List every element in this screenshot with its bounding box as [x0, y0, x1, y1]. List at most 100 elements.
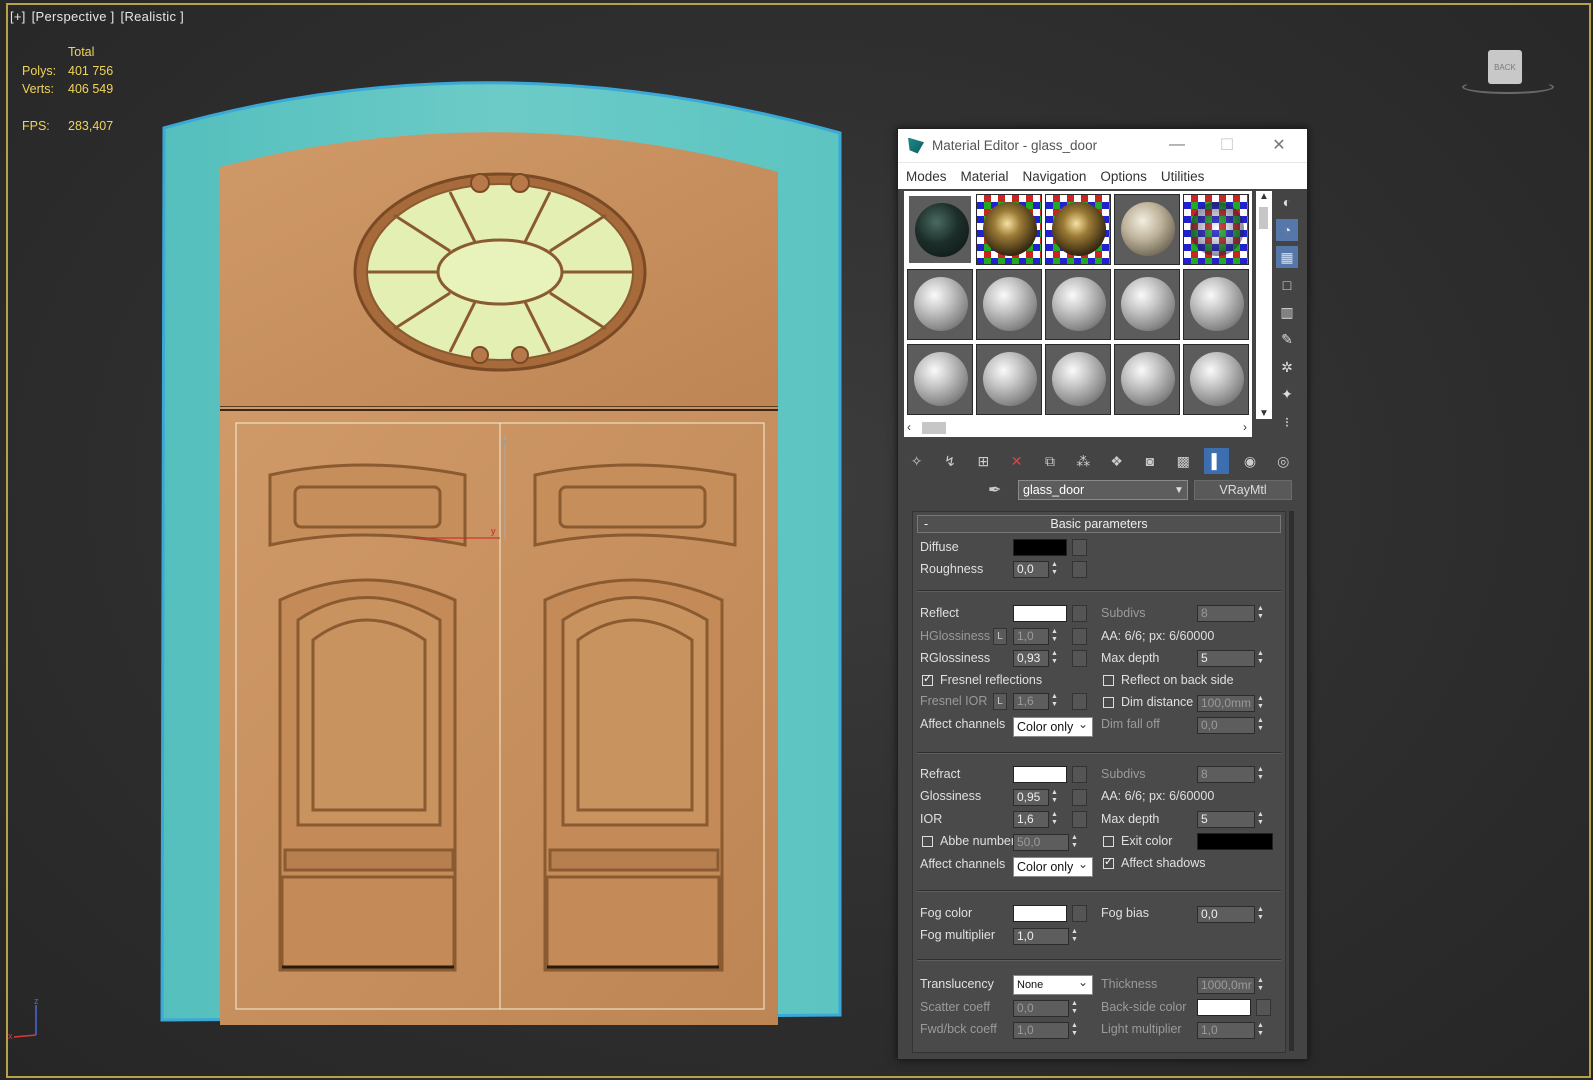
roughness-field[interactable]: 0,0 — [1013, 561, 1049, 578]
collapse-icon[interactable]: - — [924, 516, 928, 532]
exit-color-swatch[interactable] — [1197, 833, 1273, 850]
go-to-parent-icon[interactable]: ◉ — [1237, 448, 1262, 474]
rglossiness-spinner[interactable]: 0,93 ▲ ▼ — [1013, 650, 1060, 667]
fresnel-reflections-checkbox[interactable] — [922, 672, 933, 686]
ior-field[interactable]: 1,6 — [1013, 811, 1049, 828]
menu-navigation[interactable]: Navigation — [1023, 169, 1087, 184]
scatter-coeff-field[interactable]: 0,0 — [1013, 1000, 1069, 1017]
fresnel-ior-spinner[interactable]: 1,6 ▲ ▼ — [1013, 693, 1060, 710]
diffuse-map-button[interactable] — [1072, 539, 1087, 556]
refract-max-depth-spinner[interactable]: 5 ▲ ▼ — [1197, 811, 1266, 828]
refract-glossiness-spinner[interactable]: 0,95 ▲ ▼ — [1013, 789, 1060, 806]
dim-distance-spinner[interactable]: 100,0mm ▲ ▼ — [1197, 695, 1266, 712]
make-copy-icon[interactable]: ⧉ — [1037, 448, 1062, 474]
refract-subdivs-field[interactable]: 8 — [1197, 766, 1255, 783]
reflect-affect-channels-select[interactable]: Color only — [1013, 715, 1093, 737]
scroll-right-icon[interactable]: › — [1243, 420, 1247, 434]
sample-slot-1[interactable] — [907, 194, 973, 265]
fog-bias-spinner[interactable]: 0,0 ▲ ▼ — [1197, 906, 1266, 923]
fog-color-swatch[interactable] — [1013, 905, 1067, 922]
sample-slot-11[interactable] — [907, 344, 973, 415]
viewport-label[interactable]: [+] [Perspective ] [Realistic ] — [10, 9, 186, 24]
rglossiness-field[interactable]: 0,93 — [1013, 650, 1049, 667]
dim-distance-field[interactable]: 100,0mm — [1197, 695, 1255, 712]
uv-tiling-icon[interactable]: □ — [1276, 274, 1298, 296]
abbe-number-spinner[interactable]: 50,0 ▲ ▼ — [1013, 834, 1080, 851]
put-to-scene-icon[interactable]: ↯ — [937, 448, 962, 474]
sample-slot-2[interactable] — [976, 194, 1042, 265]
show-end-result-icon[interactable]: ▌ — [1203, 448, 1230, 474]
scatter-coeff-spinner[interactable]: 0,0 ▲ ▼ — [1013, 1000, 1080, 1017]
fresnel-ior-lock-button[interactable]: L — [993, 693, 1007, 710]
dim-fall-off-spinner[interactable]: 0,0 ▲ ▼ — [1197, 717, 1266, 734]
material-type-button[interactable]: VRayMtl — [1194, 480, 1292, 500]
horizontal-scroll-thumb[interactable] — [922, 422, 946, 434]
viewport-shading-mode[interactable]: [Realistic ] — [121, 9, 185, 24]
reflect-max-depth-field[interactable]: 5 — [1197, 650, 1255, 667]
exit-color-checkbox[interactable] — [1103, 836, 1114, 847]
ior-map-button[interactable] — [1072, 811, 1087, 828]
sample-slot-3[interactable] — [1045, 194, 1111, 265]
abbe-number-field[interactable]: 50,0 — [1013, 834, 1069, 851]
back-side-color-map-button[interactable] — [1256, 999, 1271, 1016]
material-editor-window[interactable]: Material Editor - glass_door — ☐ ✕ Modes… — [897, 128, 1308, 1060]
make-preview-icon[interactable]: ✎ — [1276, 329, 1298, 351]
get-material-icon[interactable]: ✧ — [904, 448, 929, 474]
fog-color-map-button[interactable] — [1072, 905, 1087, 922]
select-by-material-icon[interactable]: ✦ — [1276, 384, 1298, 406]
material-editor-titlebar[interactable]: Material Editor - glass_door — ☐ ✕ — [898, 129, 1307, 162]
menu-options[interactable]: Options — [1100, 169, 1147, 184]
put-to-library-icon[interactable]: ❖ — [1104, 448, 1129, 474]
diffuse-color-swatch[interactable] — [1013, 539, 1067, 556]
sample-slot-15[interactable] — [1183, 344, 1249, 415]
reset-map-icon[interactable]: ✕ — [1004, 448, 1029, 474]
reflect-map-button[interactable] — [1072, 605, 1087, 622]
hglossiness-field[interactable]: 1,0 — [1013, 628, 1049, 645]
rglossiness-map-button[interactable] — [1072, 650, 1087, 667]
options-icon[interactable]: ✲ — [1276, 356, 1298, 378]
sample-slot-13[interactable] — [1045, 344, 1111, 415]
sample-slot-9[interactable] — [1114, 269, 1180, 340]
door-model[interactable]: y z — [150, 55, 860, 1040]
slots-horizontal-scrollbar[interactable]: ‹ › — [904, 419, 1252, 437]
roughness-spinner[interactable]: 0,0 ▲ ▼ — [1013, 561, 1060, 578]
back-side-color-swatch[interactable] — [1197, 999, 1251, 1016]
scroll-left-icon[interactable]: ‹ — [907, 420, 911, 434]
sample-slot-5[interactable] — [1183, 194, 1249, 265]
backlight-icon[interactable]: ◔ — [1276, 218, 1298, 241]
fog-multiplier-field[interactable]: 1,0 — [1013, 928, 1069, 945]
refract-map-button[interactable] — [1072, 766, 1087, 783]
ior-spinner[interactable]: 1,6 ▲ ▼ — [1013, 811, 1060, 828]
reflect-subdivs-field[interactable]: 8 — [1197, 605, 1255, 622]
sample-slot-12[interactable] — [976, 344, 1042, 415]
viewcube-ring[interactable] — [1462, 80, 1554, 94]
go-forward-to-sibling-icon[interactable]: ◎ — [1271, 448, 1296, 474]
sample-slot-4[interactable] — [1114, 194, 1180, 265]
viewport-menu-plus[interactable]: [+] — [10, 9, 26, 24]
scroll-up-icon[interactable]: ▲ — [1259, 191, 1269, 202]
sample-type-icon[interactable]: ◐ — [1276, 191, 1298, 213]
fresnel-ior-field[interactable]: 1,6 — [1013, 693, 1049, 710]
hglossiness-map-button[interactable] — [1072, 628, 1087, 645]
fwd-bck-coeff-spinner[interactable]: 1,0 ▲ ▼ — [1013, 1022, 1080, 1039]
close-button[interactable]: ✕ — [1268, 134, 1290, 156]
affect-shadows-checkbox[interactable] — [1103, 855, 1114, 869]
refract-affect-channels-select[interactable]: Color only — [1013, 855, 1093, 877]
hglossiness-lock-button[interactable]: L — [993, 628, 1007, 645]
refract-color-swatch[interactable] — [1013, 766, 1067, 783]
material-map-navigator-icon[interactable]: ⁝ — [1276, 411, 1298, 433]
reflect-max-depth-spinner[interactable]: 5 ▲ ▼ — [1197, 650, 1266, 667]
sample-slot-10[interactable] — [1183, 269, 1249, 340]
roughness-map-button[interactable] — [1072, 561, 1087, 578]
fresnel-ior-map-button[interactable] — [1072, 693, 1087, 710]
maximize-button[interactable]: ☐ — [1216, 134, 1238, 156]
minimize-button[interactable]: — — [1166, 134, 1188, 156]
make-unique-icon[interactable]: ⁂ — [1071, 448, 1096, 474]
reflect-back-side-checkbox[interactable] — [1103, 675, 1114, 686]
dim-distance-checkbox[interactable] — [1103, 697, 1114, 708]
refract-subdivs-spinner[interactable]: 8 ▲ ▼ — [1197, 766, 1266, 783]
material-name-field[interactable]: glass_door — [1018, 480, 1188, 500]
vertical-scroll-thumb[interactable] — [1259, 207, 1268, 229]
fwd-bck-coeff-field[interactable]: 1,0 — [1013, 1022, 1069, 1039]
slots-vertical-scrollbar[interactable]: ▲ ▼ — [1256, 191, 1272, 419]
